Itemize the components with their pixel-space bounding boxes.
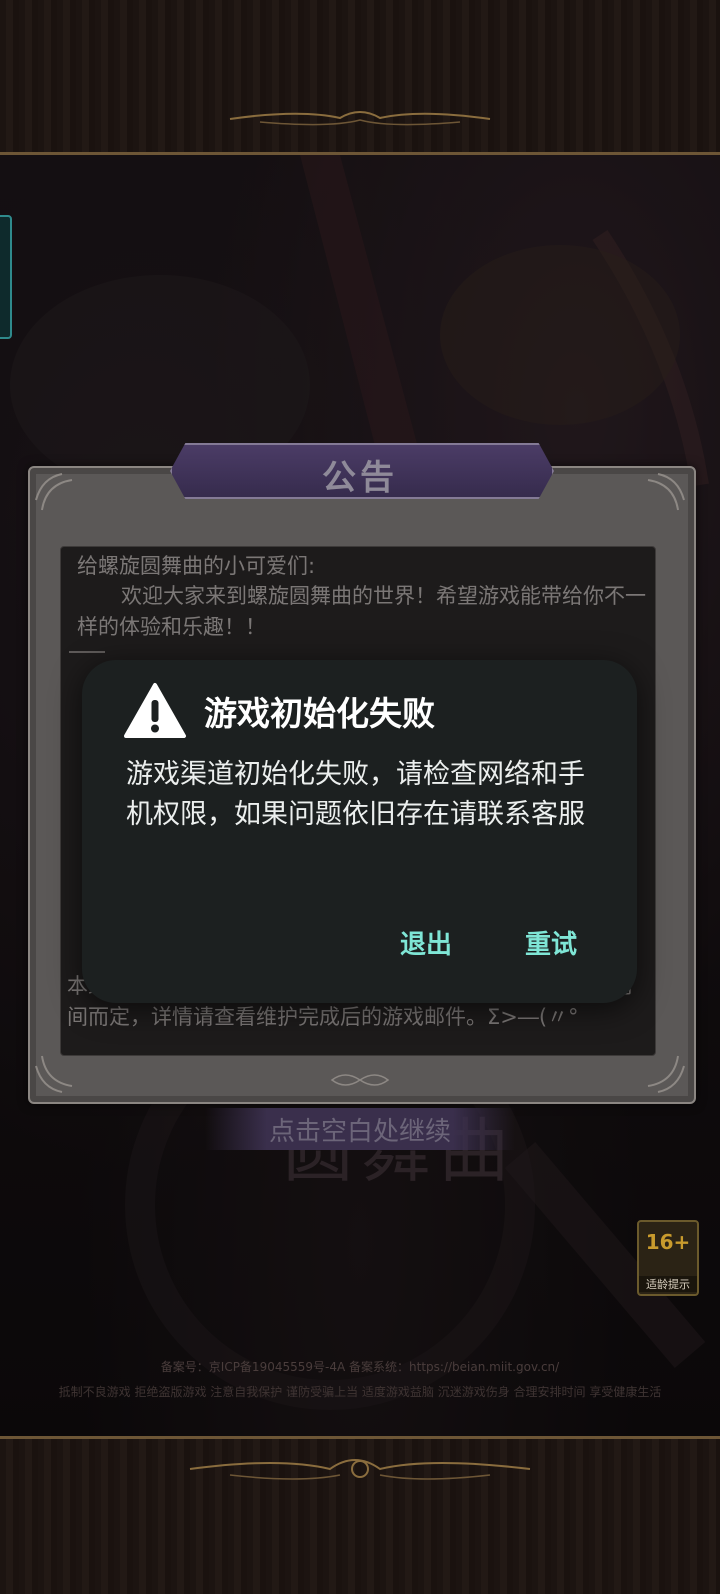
notice-title: 公告 <box>322 458 398 498</box>
notice-greeting: 给螺旋圆舞曲的小可爱们: <box>77 554 316 578</box>
notice-welcome: 欢迎大家来到螺旋圆舞曲的世界！希望游戏能带给你不一样的体验和乐趣！！ <box>77 584 646 639</box>
top-frame <box>0 0 720 155</box>
side-tab[interactable] <box>0 215 12 339</box>
notice-divider <box>69 651 105 653</box>
top-ornament-icon <box>229 111 491 126</box>
corner-ornament-icon <box>647 473 685 511</box>
health-slogan: 抵制不良游戏 拒绝盗版游戏 注意自我保护 谨防受骗上当 适度游戏益脑 沉迷游戏伤… <box>58 1385 662 1399</box>
age-tip-label: 适龄提示 <box>639 1276 697 1292</box>
corner-ornament-icon <box>35 473 73 511</box>
age-rating-badge[interactable]: 16+ 适龄提示 <box>637 1220 699 1296</box>
bottom-ornament-icon <box>189 1459 531 1480</box>
retry-button[interactable]: 重试 <box>525 920 577 964</box>
exit-button[interactable]: 退出 <box>400 920 452 964</box>
warning-triangle-icon <box>124 683 186 738</box>
dialog-title: 游戏初始化失败 <box>204 694 435 733</box>
icp-record: 备案号：京ICP备19045559号-4A 备案系统：https://beian… <box>160 1360 560 1374</box>
center-ornament-icon <box>330 1074 390 1086</box>
bottom-frame <box>0 1436 720 1594</box>
age-rating: 16+ <box>645 1230 691 1254</box>
continue-hint[interactable]: 点击空白处继续 <box>205 1111 515 1148</box>
error-dialog: 游戏初始化失败 游戏渠道初始化失败，请检查网络和手机权限，如果问题依旧存在请联系… <box>82 660 637 1003</box>
dialog-message: 游戏渠道初始化失败，请检查网络和手机权限，如果问题依旧存在请联系客服 <box>126 759 585 830</box>
